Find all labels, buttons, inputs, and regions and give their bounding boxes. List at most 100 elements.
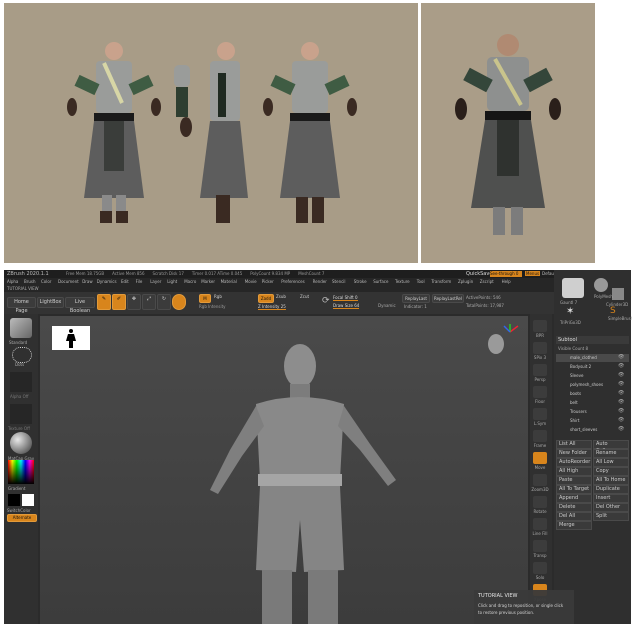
menu-item-texture[interactable]: Texture xyxy=(395,279,410,284)
subtool-action-button[interactable]: Auto Collapse xyxy=(593,440,629,454)
menu-item-transform[interactable]: Transform xyxy=(431,279,451,284)
menus-toggle[interactable]: Menus xyxy=(525,271,541,276)
menu-item-marker[interactable]: Marker xyxy=(201,279,215,284)
focal-shift-slider[interactable]: Focal Shift 0 xyxy=(333,295,358,301)
visible-count-slider[interactable]: Visible Count 8 xyxy=(558,346,588,351)
subtool-action-button[interactable]: Paste xyxy=(556,476,592,485)
subtool-action-button[interactable]: Copy xyxy=(593,467,629,476)
tool-thumbnail-polymesh[interactable] xyxy=(594,278,608,292)
lightbox-button[interactable]: LightBox xyxy=(37,297,64,308)
rgb-toggle[interactable]: Rgb xyxy=(214,294,222,299)
rgb-intensity-slider[interactable]: Rgb Intensity xyxy=(199,304,226,309)
home-page-button[interactable]: Home Page xyxy=(7,297,36,314)
menu-item-macro[interactable]: Macro xyxy=(184,279,196,284)
menu-item-tool[interactable]: Tool xyxy=(417,279,425,284)
subtool-action-button[interactable]: Split xyxy=(593,512,629,521)
visibility-eye-icon[interactable]: 👁 xyxy=(618,381,624,387)
zsub-toggle[interactable]: Zsub xyxy=(276,294,286,299)
matcap-sphere-icon[interactable] xyxy=(10,432,32,454)
menu-item-color[interactable]: Color xyxy=(41,279,51,284)
menu-item-movie[interactable]: Movie xyxy=(245,279,257,284)
texture-slot[interactable] xyxy=(10,404,32,424)
menu-item-draw[interactable]: Draw xyxy=(82,279,92,284)
zcut-toggle[interactable]: Zcut xyxy=(300,294,309,299)
draw-size-slider[interactable]: Draw Size 64 xyxy=(333,303,360,309)
shelf-button-spix-3[interactable] xyxy=(533,342,547,354)
menu-item-document[interactable]: Document xyxy=(58,279,79,284)
subtool-action-button[interactable]: Insert xyxy=(593,494,629,503)
edit-button[interactable]: ✎ xyxy=(97,294,111,310)
menu-item-preferences[interactable]: Preferences xyxy=(281,279,305,284)
simple-brush-icon[interactable]: S xyxy=(610,306,616,316)
base-mesh-model[interactable] xyxy=(190,340,420,624)
subtool-item[interactable]: male_clothed 👁 xyxy=(556,354,629,362)
shelf-button-zoom3d[interactable] xyxy=(533,474,547,486)
menu-item-zscript[interactable]: Zscript xyxy=(480,279,494,284)
menu-item-stencil[interactable]: Stencil xyxy=(332,279,346,284)
menu-item-material[interactable]: Material xyxy=(221,279,237,284)
visibility-eye-icon[interactable]: 👁 xyxy=(618,363,624,369)
draw-button[interactable]: ✐ xyxy=(112,294,126,310)
visibility-eye-icon[interactable]: 👁 xyxy=(618,372,624,378)
menu-item-edit[interactable]: Edit xyxy=(121,279,129,284)
menu-item-zplugin[interactable]: Zplugin xyxy=(458,279,473,284)
menu-item-render[interactable]: Render xyxy=(313,279,327,284)
canvas-viewport[interactable] xyxy=(40,316,528,624)
secondary-color-swatch[interactable] xyxy=(8,494,20,506)
tool-thumbnail-cylinder[interactable] xyxy=(612,288,624,300)
subtool-action-button[interactable]: All To Home xyxy=(593,476,629,485)
subtool-item[interactable]: Sleeve 👁 xyxy=(556,372,629,380)
subtool-item[interactable]: Bodysuit 2 👁 xyxy=(556,363,629,371)
subtool-action-button[interactable]: All To Target xyxy=(556,485,592,494)
subtool-action-button[interactable]: All Low xyxy=(593,458,629,467)
menu-item-alpha[interactable]: Alpha xyxy=(7,279,18,284)
subtool-item[interactable]: Shirt 👁 xyxy=(556,417,629,425)
mrgb-toggle[interactable]: M xyxy=(199,294,211,303)
menu-item-light[interactable]: Light xyxy=(167,279,177,284)
subtool-action-button[interactable]: New Folder xyxy=(556,449,592,458)
shelf-button-l-sym[interactable] xyxy=(533,408,547,420)
visibility-eye-icon[interactable]: 👁 xyxy=(618,399,624,405)
replay-last-button[interactable]: ReplayLast xyxy=(402,294,430,303)
menu-item-help[interactable]: Help xyxy=(502,279,511,284)
rotate-button[interactable]: ↻ xyxy=(157,294,171,310)
quicksave-button[interactable]: QuickSave xyxy=(466,271,492,277)
shelf-button-frame[interactable] xyxy=(533,430,547,442)
subtool-action-button[interactable]: AutoReorder xyxy=(556,458,592,467)
alternate-toggle[interactable]: Alternate xyxy=(7,514,37,522)
subtool-action-button[interactable]: Duplicate xyxy=(593,485,629,494)
brush-sphere-button[interactable] xyxy=(172,294,186,310)
subtool-item[interactable]: polymesh_shoes 👁 xyxy=(556,381,629,389)
shelf-button-floor[interactable] xyxy=(533,386,547,398)
menu-item-dynamics[interactable]: Dynamics xyxy=(97,279,117,284)
shelf-button-line-fill[interactable] xyxy=(533,518,547,530)
subtool-action-button[interactable]: Rename xyxy=(593,449,629,458)
see-through-slider[interactable]: See-through 0 xyxy=(490,271,522,277)
visibility-eye-icon[interactable]: 👁 xyxy=(618,408,624,414)
navigation-head-gizmo[interactable] xyxy=(480,322,520,358)
subtool-action-button[interactable]: Del All xyxy=(556,512,592,521)
z-intensity-slider[interactable]: Z Intensity 25 xyxy=(258,304,286,310)
star-tool-icon[interactable]: ✶ xyxy=(566,306,574,317)
live-boolean-button[interactable]: Live Boolean xyxy=(65,297,95,314)
visibility-eye-icon[interactable]: 👁 xyxy=(618,390,624,396)
replay-last-rel-button[interactable]: ReplayLastRel xyxy=(432,294,464,303)
visibility-eye-icon[interactable]: 👁 xyxy=(618,417,624,423)
shelf-button-solo[interactable] xyxy=(533,562,547,574)
color-picker[interactable] xyxy=(8,460,34,484)
shelf-button-persp[interactable] xyxy=(533,364,547,376)
alpha-slot[interactable] xyxy=(10,372,32,392)
menu-item-picker[interactable]: Picker xyxy=(262,279,274,284)
menu-item-brush[interactable]: Brush xyxy=(24,279,36,284)
menu-item-stroke[interactable]: Stroke xyxy=(354,279,367,284)
subtool-action-button[interactable]: Del Other xyxy=(593,503,629,512)
scale-button[interactable]: ⤢ xyxy=(142,294,156,310)
subtool-item[interactable]: boots 👁 xyxy=(556,390,629,398)
shelf-button-bpr[interactable] xyxy=(533,320,547,332)
switch-color-button[interactable]: SwitchColor xyxy=(7,508,31,513)
subtool-header[interactable]: Subtool xyxy=(556,336,629,344)
navigation-thumbnail[interactable] xyxy=(52,326,90,350)
subtool-item[interactable]: short_sleeves 👁 xyxy=(556,426,629,434)
tool-thumbnail-gauntlet[interactable] xyxy=(562,278,584,298)
shelf-button-transp[interactable] xyxy=(533,540,547,552)
